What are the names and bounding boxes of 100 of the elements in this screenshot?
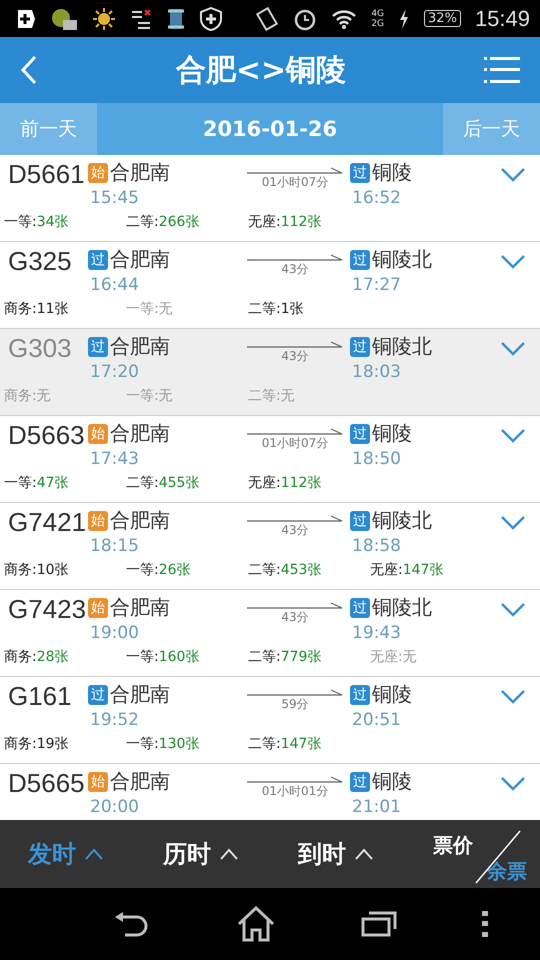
station-tag: 过: [350, 336, 370, 356]
duration-label: 43分: [281, 522, 309, 539]
sun-icon: [92, 6, 116, 30]
list-icon: [130, 8, 152, 30]
duration-label: 01小时07分: [262, 435, 328, 452]
chevron-down-icon[interactable]: [500, 428, 526, 444]
date-label: 2016-01-26: [202, 116, 338, 143]
sort-toggle-option[interactable]: 余票: [487, 858, 527, 885]
time-label: 17:43: [89, 449, 140, 469]
rotate-icon: [255, 6, 280, 30]
duration-label: 43分: [281, 348, 309, 365]
seat-availability: 商务:28张: [4, 648, 70, 666]
network-label: 2G: [371, 18, 384, 28]
station-name: 铜陵: [372, 159, 412, 186]
station-tag: 过: [350, 250, 370, 270]
seat-availability: 一等:34张: [4, 213, 70, 231]
train-number: G161: [7, 681, 73, 713]
sort-tab[interactable]: 到时: [298, 838, 433, 870]
station-name: 铜陵北: [372, 246, 432, 273]
station-tag: 始: [88, 598, 108, 618]
station-name: 合肥南: [110, 681, 170, 708]
station-tag: 过: [88, 250, 108, 270]
time-label: 19:52: [89, 710, 140, 730]
time-label: 18:03: [351, 362, 402, 382]
seat-availability: 无座:112张: [248, 474, 322, 492]
train-number: D5663: [7, 420, 86, 452]
seat-availability: 二等:147张: [248, 735, 322, 753]
seat-availability: 一等:47张: [4, 474, 70, 492]
seat-availability: 一等:无: [126, 300, 174, 318]
header-title: 合肥<>铜陵: [176, 52, 346, 90]
station-name: 合肥南: [110, 333, 170, 360]
wifi-icon: [331, 8, 358, 30]
chevron-down-icon[interactable]: [500, 515, 526, 531]
menu-icon[interactable]: [484, 55, 520, 85]
train-number: G7423: [7, 594, 88, 626]
station-tag: 过: [350, 510, 370, 530]
station-name: 铜陵北: [372, 333, 432, 360]
sort-toggle-option[interactable]: 票价: [433, 832, 473, 859]
home-icon[interactable]: [236, 906, 276, 942]
time-label: 20:00: [89, 797, 140, 817]
station-name: 合肥南: [110, 768, 170, 795]
sort-tab[interactable]: 历时: [163, 838, 298, 870]
time-label: 20:51: [351, 710, 402, 730]
chevron-down-icon[interactable]: [500, 254, 526, 270]
train-number: D5661: [7, 159, 86, 191]
shield-icon: [200, 6, 222, 30]
duration-label: 01小时01分: [262, 783, 328, 800]
time-label: 18:58: [351, 536, 402, 556]
chevron-down-icon[interactable]: [500, 776, 526, 792]
seat-availability: 二等:455张: [126, 474, 200, 492]
station-tag: 过: [88, 684, 108, 704]
battery-level: 32%: [424, 10, 461, 27]
time-label: 16:52: [351, 188, 402, 208]
scroll-icon: [166, 6, 186, 30]
seat-availability: 一等:130张: [126, 735, 200, 753]
back-icon[interactable]: [112, 911, 150, 937]
time-label: 18:15: [89, 536, 140, 556]
duration-label: 59分: [281, 696, 309, 713]
station-name: 合肥南: [110, 159, 170, 186]
station-tag: 过: [350, 772, 370, 792]
station-name: 铜陵: [372, 768, 412, 795]
train-number: G7421: [7, 507, 88, 539]
charging-icon: [398, 8, 410, 30]
caret-up-icon: [84, 848, 104, 860]
seat-availability: 无座:无: [370, 648, 418, 666]
station-tag: 过: [350, 162, 370, 182]
seat-availability: 商务:无: [4, 387, 52, 405]
chevron-down-icon[interactable]: [500, 602, 526, 618]
seat-availability: 商务:11张: [4, 300, 70, 318]
train-number: D5665: [7, 768, 86, 800]
station-name: 铜陵北: [372, 507, 432, 534]
overflow-menu-icon[interactable]: [482, 911, 488, 937]
station-name: 合肥南: [110, 420, 170, 447]
station-name: 铜陵: [372, 681, 412, 708]
seat-availability: 二等:无: [248, 387, 296, 405]
station-tag: 过: [88, 336, 108, 356]
sort-tab[interactable]: 发时: [28, 838, 163, 870]
seat-availability: 二等:453张: [248, 561, 322, 579]
seat-availability: 商务:19张: [4, 735, 70, 753]
time-label: 19:00: [89, 623, 140, 643]
recent-apps-icon[interactable]: [360, 911, 396, 937]
time-label: 18:50: [351, 449, 402, 469]
station-name: 合肥南: [110, 507, 170, 534]
station-tag: 过: [350, 684, 370, 704]
station-name: 铜陵北: [372, 594, 432, 621]
chevron-down-icon[interactable]: [500, 167, 526, 183]
time-label: 15:45: [89, 188, 140, 208]
seat-availability: 商务:10张: [4, 561, 70, 579]
chevron-down-icon[interactable]: [500, 689, 526, 705]
station-tag: 始: [88, 510, 108, 530]
train-number: G325: [7, 246, 73, 278]
time-label: 17:20: [89, 362, 140, 382]
seat-availability: 一等:无: [126, 387, 174, 405]
station-tag: 过: [350, 424, 370, 444]
duration-label: 43分: [281, 609, 309, 626]
clock-time: 15:49: [474, 6, 530, 32]
network-label: 4G: [371, 8, 384, 18]
caret-up-icon: [354, 848, 374, 860]
station-tag: 始: [88, 162, 108, 182]
seat-availability: 二等:779张: [248, 648, 322, 666]
